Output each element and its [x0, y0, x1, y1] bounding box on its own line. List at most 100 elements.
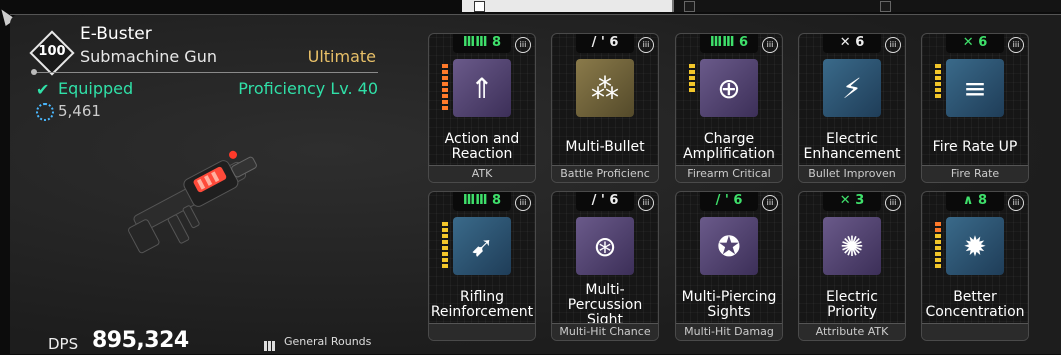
- bar-segment: [689, 64, 695, 68]
- module-card[interactable]: / ' 6 iii ⁂ Multi-Bullet Battle Proficienc: [551, 33, 659, 183]
- info-icon[interactable]: iii: [1008, 195, 1024, 211]
- divider: [672, 0, 674, 12]
- info-icon[interactable]: iii: [762, 195, 778, 211]
- percussion-icon: ⊛: [576, 217, 634, 275]
- rifling-icon: ➹: [453, 217, 511, 275]
- bar-segment: [689, 82, 695, 86]
- equipped-status: Equipped: [58, 79, 134, 98]
- bar-segment: [442, 82, 448, 86]
- module-category: Bullet Improven: [799, 165, 905, 182]
- bar-segment: [935, 88, 941, 92]
- module-card[interactable]: ✕ 6 iii ≡ Fire Rate UP Fire Rate: [921, 33, 1029, 183]
- capacity-value: 6: [739, 35, 749, 50]
- module-level-bar: [689, 222, 695, 274]
- weapon-name: E-Buster: [80, 24, 152, 44]
- info-icon[interactable]: iii: [638, 37, 654, 53]
- bar-segment: [935, 94, 941, 98]
- module-level-bar: [689, 64, 695, 116]
- info-icon[interactable]: iii: [515, 37, 531, 53]
- capacity-value: 6: [609, 193, 619, 208]
- info-icon[interactable]: iii: [762, 37, 778, 53]
- bar-segment: [935, 246, 941, 250]
- check-icon: ✔: [36, 80, 50, 99]
- module-name: Electric Enhancement: [803, 131, 901, 162]
- bar-segment: [935, 258, 941, 262]
- info-icon[interactable]: iii: [515, 195, 531, 211]
- capacity-value: 6: [978, 35, 988, 50]
- bar-segment: [442, 222, 448, 226]
- capacity-value: 6: [855, 35, 865, 50]
- module-category: Battle Proficienc: [552, 165, 658, 182]
- top-tab-left: [462, 0, 672, 12]
- capacity-symbol-icon: ⅢⅢ: [462, 35, 488, 50]
- info-icon[interactable]: iii: [885, 195, 901, 211]
- capacity-value: 8: [492, 35, 502, 50]
- power-icon: [36, 103, 54, 121]
- module-name: Rifling Reinforcement: [430, 289, 534, 320]
- info-icon[interactable]: iii: [885, 37, 901, 53]
- capacity-symbol-icon: ✕: [839, 35, 851, 50]
- bar-segment: [442, 100, 448, 104]
- electric-priority-icon: ✺: [823, 217, 881, 275]
- bar-segment: [935, 76, 941, 80]
- info-icon[interactable]: iii: [638, 195, 654, 211]
- capacity-value: 8: [492, 193, 502, 208]
- info-icon[interactable]: iii: [1008, 37, 1024, 53]
- bar-segment: [935, 234, 941, 238]
- bar-segment: [442, 240, 448, 244]
- module-level-bar: [442, 64, 448, 116]
- bar-segment: [689, 76, 695, 80]
- ammo-icon: [264, 336, 278, 351]
- module-category: Multi-Hit Chance: [552, 323, 658, 340]
- top-strip: [462, 0, 1061, 12]
- bar-segment: [442, 94, 448, 98]
- module-capacity: ⅢⅢ 6: [700, 34, 758, 53]
- dps-value: 895,324: [92, 328, 189, 353]
- module-name: Multi-Piercing Sights: [681, 289, 777, 320]
- electric-icon: ⚡: [823, 59, 881, 117]
- capacity-symbol-icon: ⅢⅢ: [462, 193, 488, 208]
- module-card[interactable]: ✕ 6 iii ⚡ Electric Enhancement Bullet Improv…: [798, 33, 906, 183]
- bar-segment: [935, 70, 941, 74]
- module-card[interactable]: ∧ 8 iii ✹ Better Concentration: [921, 191, 1029, 341]
- module-level-bar: [812, 64, 818, 116]
- checkbox-icon: [684, 1, 695, 12]
- module-card[interactable]: / ' 6 iii ✪ Multi-Piercing Sights Multi-Hit …: [675, 191, 783, 341]
- module-card[interactable]: ⅢⅢ 8 iii ⇑ Action and Reaction ATK: [428, 33, 536, 183]
- bar-segment: [935, 252, 941, 256]
- capacity-value: 3: [855, 193, 865, 208]
- checkbox-icon: [880, 1, 891, 12]
- bar-segment: [442, 252, 448, 256]
- dps-label: DPS: [48, 335, 79, 353]
- bar-segment: [935, 64, 941, 68]
- capacity-symbol-icon: / ': [591, 35, 605, 50]
- capacity-value: 8: [978, 193, 988, 208]
- module-card[interactable]: ⅢⅢ 6 iii ⊕ Charge Amplification Firearm Crit…: [675, 33, 783, 183]
- capacity-value: 6: [609, 35, 619, 50]
- bar-segment: [935, 228, 941, 232]
- module-capacity: ✕ 6: [823, 34, 881, 53]
- bar-segment: [935, 264, 941, 268]
- fire-rate-icon: ≡: [946, 59, 1004, 117]
- module-name: Multi-Percussion Sight: [567, 281, 643, 328]
- module-card[interactable]: ⅢⅢ 8 iii ➹ Rifling Reinforcement: [428, 191, 536, 341]
- bar-segment: [442, 234, 448, 238]
- module-capacity: / ' 6: [700, 192, 758, 211]
- capacity-symbol-icon: ⅢⅢ: [709, 35, 735, 50]
- module-name: Multi-Bullet: [565, 138, 645, 155]
- module-level-bar: [442, 222, 448, 274]
- module-card[interactable]: / ' 6 iii ⊛ Multi-Percussion Sight Multi-Hit…: [551, 191, 659, 341]
- weapon-image: [128, 150, 257, 254]
- weapon-power: 5,461: [58, 102, 101, 120]
- module-category: ATK: [429, 165, 535, 182]
- module-capacity: ∧ 8: [946, 192, 1004, 211]
- bar-segment: [442, 64, 448, 68]
- module-category: [429, 323, 535, 340]
- bar-segment: [442, 88, 448, 92]
- multi-bullet-icon: ⁂: [576, 59, 634, 117]
- module-capacity: ✕ 3: [823, 192, 881, 211]
- module-level-bar: [565, 222, 571, 274]
- bar-segment: [442, 246, 448, 250]
- module-card[interactable]: ✕ 3 iii ✺ Electric Priority Attribute ATK: [798, 191, 906, 341]
- capacity-symbol-icon: ✕: [962, 35, 974, 50]
